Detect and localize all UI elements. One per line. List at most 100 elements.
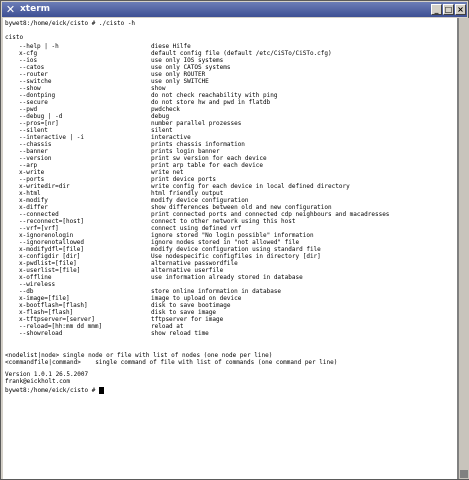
option-description: write net [151,169,184,176]
option-flag: --ios [19,57,38,64]
option-description: ignore stored "No login possible" inform… [151,232,314,239]
email-line: frank@eickholt.com [5,378,71,385]
option-flag: --show [19,85,41,92]
scrollbar-thumb[interactable] [460,470,468,478]
option-description: silent [151,127,173,134]
option-row: --arp print arp table for each device [5,162,455,169]
option-row: --vrf=[vrf] connect using defined vrf [5,225,455,232]
option-flag: --showreload [19,330,63,337]
option-flag: --silent [19,127,48,134]
option-flag: --dontping [19,92,56,99]
option-flag: --banner [19,148,48,155]
option-description: do not store hw and pwd in flatdb [151,99,271,106]
option-flag: x-differ [19,204,48,211]
option-row: --showreload show reload time [5,330,455,337]
option-flag: x-pwdlist=[file] [19,260,77,267]
option-description: alternative userfile [151,267,224,274]
option-flag: x-configdir [dir] [19,253,81,260]
option-row: --version print sw version for each devic… [5,155,455,162]
option-flag: x-bootflash=[flash] [19,302,88,309]
option-row: --pros=[nr] number parallel prozesses [5,120,455,127]
option-description: interactive [151,134,191,141]
usage-line: <commandfile|command> single command of … [5,359,338,366]
option-description: ignore nodes stored in "not allowed" fil… [151,239,300,246]
option-flag: --ignorenotallowed [19,239,85,246]
option-row: --catos use only CATOS systems [5,64,455,71]
option-flag: --catos [19,64,45,71]
option-flag: x-userlist=[file] [19,267,81,274]
prompt-line: bywet8:/home/eick/cisto # ./cisto -h [5,20,136,27]
option-description: alternative passwordfile [151,260,238,267]
option-description: print arp table for each device [151,162,263,169]
option-row: x-pwdlist=[file] alternative passwordfile [5,260,455,267]
option-row: --ios use only IOS systems [5,57,455,64]
option-row: x-cfg default config file (default /etc/C… [5,50,455,57]
option-row: --wireless [5,281,455,288]
option-description: print device ports [151,176,217,183]
minimize-button[interactable]: _ [431,4,442,15]
option-description: debug [151,113,170,120]
option-flag: --ports [19,176,45,183]
title-bar[interactable]: ✕ xterm _ □ × [2,2,467,17]
option-flag: x-image=[file] [19,295,70,302]
option-row: --dontping do not check reachability with… [5,92,455,99]
terminal-output[interactable]: bywet8:/home/eick/cisto # ./cisto -h cis… [3,18,458,479]
option-description: print connected ports and connected cdp … [151,211,390,218]
xterm-window: ✕ xterm _ □ × bywet8:/home/eick/cisto # … [0,0,469,480]
cursor [98,387,104,394]
option-row: --banner prints login banner [5,148,455,155]
option-row: x-offline use information already stored … [5,274,455,281]
option-flag: x-html [19,190,41,197]
option-row: --switche use only SWITCHE [5,78,455,85]
option-flag: x-tftpserver=[server] [19,316,95,323]
option-flag: --debug | -d [19,113,63,120]
maximize-button[interactable]: □ [443,4,454,15]
option-flag: x-cfg [19,50,38,57]
option-flag: --secure [19,99,48,106]
option-row: --secure do not store hw and pwd in flatd… [5,99,455,106]
option-description: diese Hilfe [151,43,191,50]
option-description: disk to save image [151,309,217,316]
option-row: --db store online information in database [5,288,455,295]
option-flag: x-modify [19,197,48,204]
program-name: cisto [5,34,24,41]
option-row: --router use only ROUTER [5,71,455,78]
option-row: x-flash=[flash] disk to save image [5,309,455,316]
option-flag: --arp [19,162,38,169]
option-flag: --help | -h [19,43,59,50]
option-description: use information already stored in databa… [151,274,303,281]
x-logo-icon[interactable]: ✕ [5,4,16,15]
prompt-line[interactable]: bywet8:/home/eick/cisto # [5,387,104,394]
option-description: use only IOS systems [151,57,224,64]
option-flag: x-modifydfl=[file] [19,246,85,253]
option-description: show differences between old and new con… [151,204,332,211]
option-description: store online information in database [151,288,282,295]
option-flag: --chassis [19,141,52,148]
option-row: x-write write net [5,169,455,176]
option-row: --help | -h diese Hilfe [5,43,455,50]
option-description: pwdcheck [151,106,180,113]
option-description: disk to save bootimage [151,302,231,309]
option-description: connect using defined vrf [151,225,242,232]
option-description: prints chassis information [151,141,245,148]
option-flag: --vrf=[vrf] [19,225,59,232]
option-description: image to upload on device [151,295,242,302]
option-row: x-ignorenologin ignore stored "No login p… [5,232,455,239]
scrollbar[interactable] [458,18,469,479]
option-description: number parallel prozesses [151,120,242,127]
option-description: modify device configuration [151,197,249,204]
close-button[interactable]: × [455,4,466,15]
option-flag: --interactive | -i [19,134,85,141]
option-flag: x-flash=[flash] [19,309,74,316]
option-row: x-image=[file] image to upload on device [5,295,455,302]
option-description: use only CATOS systems [151,64,231,71]
option-description: use only SWITCHE [151,78,209,85]
option-row: --show show [5,85,455,92]
option-flag: --pros=[nr] [19,120,59,127]
option-row: x-userlist=[file] alternative userfile [5,267,455,274]
option-row: --pwd pwdcheck [5,106,455,113]
prompt-text: bywet8:/home/eick/cisto # [5,387,99,394]
option-row: x-modify modify device configuration [5,197,455,204]
option-flag: x-writedir=dir [19,183,70,190]
option-flag: --reload=[hh:mm dd mmm] [19,323,103,330]
